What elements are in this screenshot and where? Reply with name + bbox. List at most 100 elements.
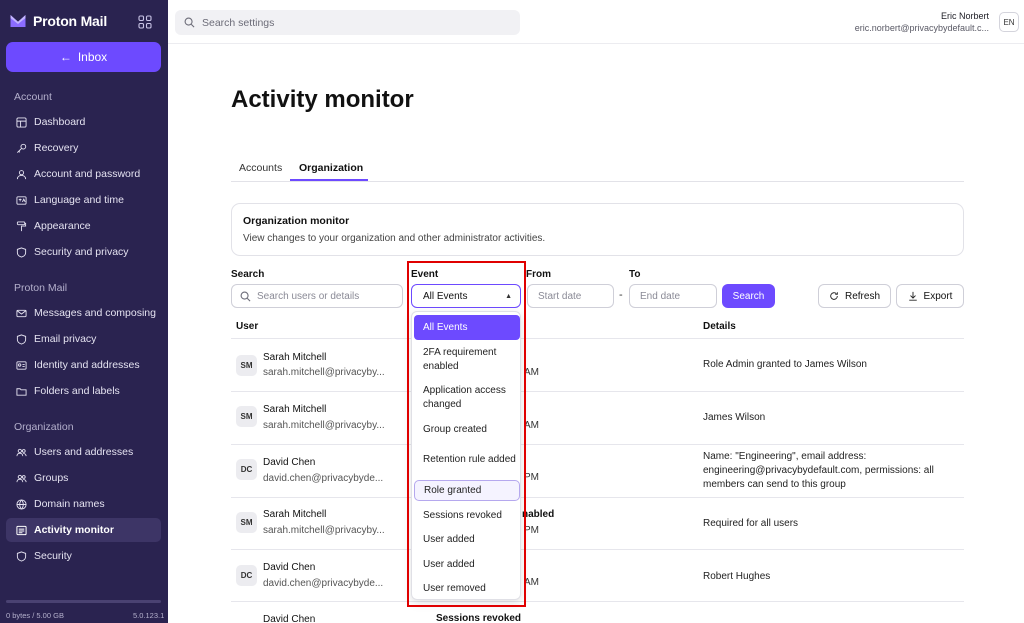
user-name: Eric Norbert xyxy=(940,11,989,21)
tab-organization[interactable]: Organization xyxy=(299,162,363,174)
date-range-dash: - xyxy=(619,289,623,301)
caret-up-icon: ▲ xyxy=(505,292,512,300)
sidebar: Proton Mail ← Inbox Account Dashboard Re… xyxy=(0,0,168,623)
storage-progress-bar xyxy=(6,600,161,603)
event-time: PM xyxy=(524,525,539,536)
end-date-placeholder: End date xyxy=(640,290,681,302)
language-button[interactable]: EN xyxy=(999,12,1019,32)
inbox-button[interactable]: ← Inbox xyxy=(6,42,161,72)
user-name: David Chen xyxy=(263,614,316,623)
avatar: SM xyxy=(236,512,257,533)
sidebar-item-users-addresses[interactable]: Users and addresses xyxy=(6,440,161,464)
sidebar-item-appearance[interactable]: Appearance xyxy=(6,214,161,238)
inbox-label: Inbox xyxy=(77,50,108,64)
section-proton-mail-title: Proton Mail xyxy=(14,282,68,294)
event-option-user-added[interactable]: User added xyxy=(414,555,520,575)
sidebar-item-identity-addresses[interactable]: Identity and addresses xyxy=(6,353,161,377)
sidebar-item-security[interactable]: Security xyxy=(6,544,161,568)
user-email: david.chen@privacybyde... xyxy=(263,473,384,484)
event-option-retention-rule-added[interactable]: Retention rule added xyxy=(414,445,520,475)
table-row: DC David Chen david.chen@privacybyde... … xyxy=(231,550,964,602)
start-date-placeholder: Start date xyxy=(538,290,582,302)
search-settings-input[interactable]: Search settings xyxy=(175,10,520,35)
sidebar-item-messages-composing[interactable]: Messages and composing xyxy=(6,301,161,325)
user-icon xyxy=(16,169,27,179)
refresh-button[interactable]: Refresh xyxy=(818,284,891,308)
topbar: Search settings Eric Norbert eric.norber… xyxy=(168,0,1024,44)
sidebar-item-dashboard[interactable]: Dashboard xyxy=(6,110,161,134)
event-option-user-removed[interactable]: User removed xyxy=(414,579,520,599)
event-select-value: All Events xyxy=(423,290,468,302)
dashboard-icon xyxy=(16,116,27,128)
event-label: Event xyxy=(411,269,439,280)
section-account-title: Account xyxy=(14,91,52,103)
card-description: View changes to your organization and ot… xyxy=(243,233,546,244)
search-icon xyxy=(184,17,195,28)
table-row: David Chen Sessions revoked xyxy=(231,602,964,623)
event-name: nabled xyxy=(522,509,555,520)
storage-text: 0 bytes / 5.00 GB xyxy=(6,611,64,620)
apps-grid-icon[interactable] xyxy=(138,15,152,29)
sidebar-item-recovery[interactable]: Recovery xyxy=(6,136,161,160)
end-date-input[interactable]: End date xyxy=(629,284,717,308)
sidebar-item-email-privacy[interactable]: Email privacy xyxy=(6,327,161,351)
to-label: To xyxy=(629,269,641,280)
sidebar-item-groups[interactable]: Groups xyxy=(6,466,161,490)
search-icon xyxy=(240,291,251,301)
tabs: Accounts Organization xyxy=(231,156,964,182)
sidebar-item-activity-monitor[interactable]: Activity monitor xyxy=(6,518,161,542)
event-option-role-granted[interactable]: Role granted xyxy=(414,480,520,501)
table-row: DC David Chen david.chen@privacybyde... … xyxy=(231,445,964,497)
user-email: david.chen@privacybyde... xyxy=(263,578,384,589)
version-text: 5.0.123.1 xyxy=(133,611,165,620)
search-button[interactable]: Search xyxy=(722,284,775,308)
event-option-application-access-changed[interactable]: Application access changed xyxy=(414,383,520,413)
user-email: sarah.mitchell@privacyby... xyxy=(263,420,385,431)
column-header-details: Details xyxy=(703,321,736,332)
event-option-sessions-revoked[interactable]: Sessions revoked xyxy=(414,506,520,526)
avatar: DC xyxy=(236,565,257,586)
event-option-2fa-requirement-enabled[interactable]: 2FA requirement enabled xyxy=(414,345,520,375)
brand[interactable]: Proton Mail xyxy=(9,12,107,30)
search-label: Search xyxy=(231,269,265,280)
event-option-group-created[interactable]: Group created xyxy=(414,420,520,440)
user-menu[interactable]: Eric Norbert eric.norbert@privacybydefau… xyxy=(855,11,989,33)
shield-icon xyxy=(16,246,27,258)
tab-accounts[interactable]: Accounts xyxy=(239,162,282,174)
start-date-input[interactable]: Start date xyxy=(527,284,614,308)
active-tab-indicator xyxy=(290,179,368,181)
proton-mail-logo-icon xyxy=(10,15,26,27)
user-name: Sarah Mitchell xyxy=(263,352,327,363)
refresh-icon xyxy=(830,292,838,300)
event-details: Required for all users xyxy=(703,518,799,529)
sidebar-item-folders-labels[interactable]: Folders and labels xyxy=(6,379,161,403)
event-time: PM xyxy=(524,472,539,483)
table-row: SM Sarah Mitchell sarah.mitchell@privacy… xyxy=(231,498,964,550)
sidebar-item-account-password[interactable]: Account and password xyxy=(6,162,161,186)
user-name: David Chen xyxy=(263,457,316,468)
sidebar-item-language-time[interactable]: Language and time xyxy=(6,188,161,212)
event-option-user-added[interactable]: User added xyxy=(414,530,520,550)
search-users-input[interactable]: Search users or details xyxy=(231,284,403,308)
user-email: eric.norbert@privacybydefault.c... xyxy=(854,23,989,33)
event-time: AM xyxy=(524,577,539,588)
shield-icon xyxy=(16,550,27,562)
sidebar-item-security-privacy[interactable]: Security and privacy xyxy=(6,240,161,264)
event-details: Role Admin granted to James Wilson xyxy=(703,359,867,370)
table-row: SM Sarah Mitchell sarah.mitchell@privacy… xyxy=(231,392,964,444)
export-button[interactable]: Export xyxy=(896,284,964,308)
event-option-all-events[interactable]: All Events xyxy=(414,315,520,340)
sidebar-item-domain-names[interactable]: Domain names xyxy=(6,492,161,516)
folder-icon xyxy=(16,387,27,396)
from-label: From xyxy=(526,269,551,280)
user-name: Sarah Mitchell xyxy=(263,404,327,415)
download-icon xyxy=(908,291,917,301)
user-email: sarah.mitchell@privacyby... xyxy=(263,525,385,536)
avatar: DC xyxy=(236,459,257,480)
envelope-icon xyxy=(16,309,27,317)
event-select[interactable]: All Events ▲ xyxy=(411,284,521,308)
search-users-placeholder: Search users or details xyxy=(257,290,360,302)
globe-icon xyxy=(16,498,27,510)
event-time: AM xyxy=(524,367,539,378)
user-name: Sarah Mitchell xyxy=(263,509,327,520)
